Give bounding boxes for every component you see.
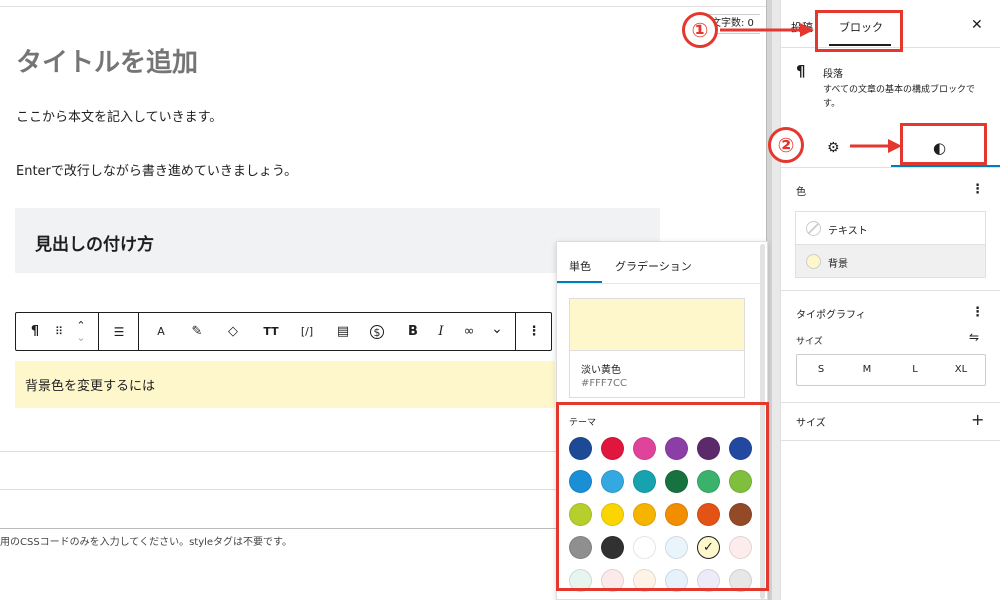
- selected-color-preview: [569, 298, 745, 350]
- text-size-icon[interactable]: TT: [260, 320, 282, 344]
- text-color-swatch-icon: [806, 221, 821, 236]
- annotation-box-styles-tab: [900, 123, 987, 165]
- block-description: すべての文章の基本の構成ブロックです。: [823, 85, 976, 109]
- move-up-down-icon[interactable]: ⌃ ⌄: [70, 320, 92, 344]
- font-icon[interactable]: A: [150, 320, 172, 344]
- add-icon[interactable]: +: [971, 410, 984, 429]
- annotation-box-block-tab: [815, 10, 903, 52]
- more-chevron-icon[interactable]: ⌄: [486, 320, 508, 344]
- highlight-icon[interactable]: ✎: [186, 320, 208, 344]
- drag-handle-icon[interactable]: ⠿: [48, 320, 70, 344]
- italic-icon[interactable]: I: [430, 320, 452, 344]
- size-option-xl[interactable]: XL: [949, 364, 973, 375]
- font-size-label: サイズ: [796, 337, 823, 347]
- selected-color-info[interactable]: 淡い黄色 #FFF7CC: [569, 350, 745, 398]
- annotation-step-2: ②: [768, 127, 804, 163]
- sidebar-gutter: [772, 0, 780, 600]
- background-color-label: 背景: [828, 259, 848, 270]
- paragraph-block-1[interactable]: ここから本文を記入していきます。: [16, 106, 222, 125]
- annotation-arrow-2: [850, 139, 902, 153]
- size-option-s[interactable]: S: [809, 364, 833, 375]
- block-name: 段落: [823, 69, 843, 80]
- selected-color-name: 淡い黄色: [581, 365, 621, 376]
- typography-section-label: タイポグラフィ: [796, 310, 866, 321]
- background-color-swatch-icon: [806, 254, 821, 269]
- selected-color-hex: #FFF7CC: [581, 378, 627, 389]
- bold-icon[interactable]: B: [402, 320, 424, 344]
- color-section-label: 色: [796, 187, 806, 198]
- divider: [781, 440, 1000, 441]
- paragraph-icon[interactable]: ¶: [24, 320, 46, 344]
- annotation-box-theme-palette: [556, 402, 769, 591]
- text-color-row[interactable]: テキスト: [796, 212, 985, 245]
- tab-divider: [557, 283, 760, 284]
- divider: [0, 451, 556, 452]
- editor-top-border: [0, 6, 772, 7]
- block-toolbar: ¶ ⠿ ⌃ ⌄ ☰ A ✎ ◇ TT [/] ▤ $ B I ∞ ⌄ ⋮: [15, 312, 552, 351]
- typography-options-icon[interactable]: ⋮: [971, 306, 984, 319]
- inline-code-icon[interactable]: [/]: [296, 320, 318, 344]
- settings-gear-icon[interactable]: ⚙: [827, 140, 840, 156]
- color-options-icon[interactable]: ⋮: [971, 183, 984, 196]
- link-icon[interactable]: ∞: [458, 320, 480, 344]
- settings-sidebar: 投稿 ブロック ✕ ¶ 段落 すべての文章の基本の構成ブロックです。 ⚙ ◐ 色…: [780, 0, 1000, 600]
- background-paragraph-block[interactable]: 背景色を変更するには: [15, 361, 555, 408]
- annotation-step-1: ①: [682, 12, 718, 48]
- paragraph-block-2[interactable]: Enterで改行しながら書き進めていきましょう。: [16, 160, 297, 179]
- tag-icon[interactable]: ◇: [222, 320, 244, 344]
- size-option-l[interactable]: L: [903, 364, 927, 375]
- divider: [0, 489, 556, 490]
- font-size-toggle-group: S M L XL: [796, 354, 986, 386]
- close-icon[interactable]: ✕: [971, 17, 983, 33]
- post-title-placeholder[interactable]: タイトルを追加: [16, 42, 198, 79]
- document-icon[interactable]: ▤: [332, 320, 354, 344]
- paragraph-icon: ¶: [796, 62, 806, 80]
- heading-text: 見出しの付け方: [35, 235, 154, 255]
- color-settings-panel: テキスト 背景: [795, 211, 986, 278]
- options-icon[interactable]: ⋮: [523, 320, 545, 344]
- size-option-m[interactable]: M: [855, 364, 879, 375]
- tab-gradient[interactable]: グラデーション: [615, 258, 692, 274]
- background-color-row[interactable]: 背景: [796, 245, 985, 277]
- text-color-label: テキスト: [828, 226, 868, 237]
- tab-solid[interactable]: 単色: [569, 258, 591, 274]
- dimensions-section-label: サイズ: [796, 418, 826, 429]
- divider: [781, 167, 1000, 168]
- divider: [781, 402, 1000, 403]
- currency-icon[interactable]: $: [370, 325, 384, 339]
- divider: [781, 290, 1000, 291]
- align-icon[interactable]: ☰: [108, 320, 130, 344]
- background-paragraph-text: 背景色を変更するには: [25, 379, 156, 394]
- custom-size-icon[interactable]: ⇋: [969, 330, 979, 344]
- css-note: 用のCSSコードのみを入力してください。styleタグは不要です。: [0, 537, 293, 548]
- divider: [0, 528, 556, 529]
- annotation-arrow-1: [720, 23, 814, 37]
